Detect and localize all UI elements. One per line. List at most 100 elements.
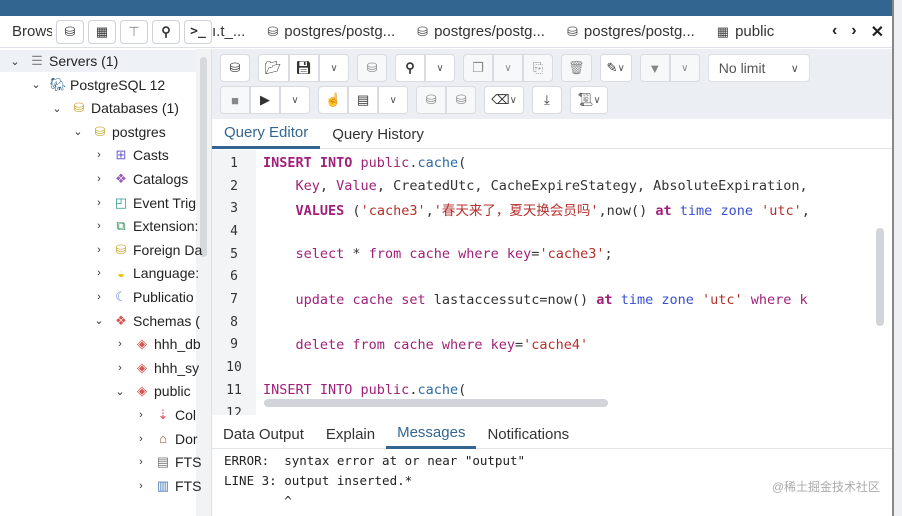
tree-node[interactable]: ⌄ 🐘︎ PostgreSQL 12 <box>29 74 165 96</box>
tree-node[interactable]: ⌄ ☰ Servers (1) <box>0 50 196 72</box>
chevron-right-icon[interactable]: › <box>92 220 106 232</box>
delete-button[interactable]: 🗑︎ <box>561 54 592 82</box>
sql-editor[interactable]: 1 INSERT INTO public.cache(2 Key, Value, … <box>212 150 892 415</box>
save-dropdown-button[interactable]: ∨ <box>319 54 350 82</box>
chevron-right-icon[interactable]: › <box>92 173 106 185</box>
tab-explain[interactable]: Explain <box>315 419 386 449</box>
tree-node[interactable]: › ▥ FTS <box>134 475 201 497</box>
tab-prev-button[interactable]: ‹ <box>832 22 837 42</box>
chevron-down-icon[interactable]: ⌄ <box>92 314 106 327</box>
tree-node[interactable]: › ◰ Event Trig <box>92 192 196 214</box>
tree-node[interactable]: › ⛁ Foreign Da <box>92 239 202 261</box>
macros-button[interactable]: 📜︎ ∨ <box>569 86 608 114</box>
find-button[interactable]: ⚲ <box>395 54 426 82</box>
query-tool-button[interactable]: ⛁ <box>56 19 84 44</box>
editor-horizontal-scrollbar[interactable] <box>264 399 608 407</box>
clear-button[interactable]: ⌫ ∨ <box>484 86 524 114</box>
tab-next-button[interactable]: › <box>851 22 856 42</box>
code-line: 7 update cache set lastaccessutc=now() a… <box>212 288 808 311</box>
tab-query-1[interactable]: ı.t_... <box>212 16 245 48</box>
editor-vertical-scrollbar[interactable] <box>876 228 884 326</box>
code-token: public <box>360 155 410 172</box>
line-number: 7 <box>230 292 238 308</box>
stop-button[interactable]: ■ <box>220 86 250 114</box>
database-icon: ⛁ <box>229 60 241 75</box>
tree-node[interactable]: ⌄ ⛁ postgres <box>71 121 165 143</box>
save-data-button[interactable]: ⛁ <box>357 54 388 82</box>
execute-dropdown-button[interactable]: ∨ <box>280 86 310 114</box>
chevron-right-icon[interactable]: › <box>134 480 148 492</box>
tree-node[interactable]: › ❖ Catalogs <box>92 168 188 190</box>
chevron-right-icon[interactable]: › <box>92 149 106 161</box>
chevron-right-icon[interactable]: › <box>134 456 148 468</box>
chevron-down-icon[interactable]: ⌄ <box>113 385 127 398</box>
tree-node[interactable]: › ▤ FTS <box>134 451 201 473</box>
line-number: 3 <box>230 201 238 217</box>
tree-node[interactable]: ⌄ ⛁ Databases (1) <box>50 97 179 119</box>
tab-query-editor[interactable]: Query Editor <box>212 119 321 149</box>
chevron-right-icon[interactable]: › <box>92 244 106 256</box>
chevron-right-icon[interactable]: › <box>113 362 127 374</box>
tab-notifications[interactable]: Notifications <box>476 419 580 449</box>
code-token: 'cache4' <box>523 336 589 353</box>
tab-close-button[interactable]: ✕ <box>871 22 884 42</box>
explain-dropdown-button[interactable]: ∨ <box>378 86 409 114</box>
tree-scrollbar[interactable] <box>200 57 207 257</box>
chevron-down-icon[interactable]: ⌄ <box>50 102 64 115</box>
copy-dropdown-button[interactable]: ∨ <box>493 54 524 82</box>
tree-node[interactable]: › ◈ hhh_sy <box>113 357 199 379</box>
chevron-right-icon[interactable]: › <box>134 409 148 421</box>
filter-button[interactable]: ▼ <box>639 54 670 82</box>
tree-node[interactable]: › ◈ hhh_db <box>113 333 201 355</box>
tree-node[interactable]: ⌄ ❖ Schemas ( <box>92 310 200 332</box>
execute-button[interactable]: ▶ <box>250 86 280 114</box>
filtered-rows-button[interactable]: ⊤ <box>120 19 148 44</box>
explain-analyze-button[interactable]: ▤ <box>348 86 379 114</box>
chevron-down-icon[interactable]: ⌄ <box>29 78 43 91</box>
edit-button[interactable]: ✎ ∨ <box>599 54 632 82</box>
chevron-down-icon[interactable]: ⌄ <box>71 125 85 138</box>
save-file-button[interactable]: 💾︎ <box>288 54 320 82</box>
tab-query-3[interactable]: ⛁ postgres/postg... <box>417 16 545 48</box>
chevron-right-icon[interactable]: › <box>92 197 106 209</box>
tree-node[interactable]: › ☾ Publicatio <box>92 286 194 308</box>
tree-node[interactable]: › ⇣ Col <box>134 404 196 426</box>
rollback-button[interactable]: ⛁ <box>446 86 477 114</box>
commit-button[interactable]: ⛁ <box>416 86 447 114</box>
tab-data-output[interactable]: Data Output <box>212 419 315 449</box>
view-data-button[interactable]: ▦ <box>88 19 116 44</box>
code-token: set <box>401 291 426 308</box>
chevron-down-icon: ∨ <box>617 62 625 74</box>
tab-messages[interactable]: Messages <box>386 419 477 449</box>
download-button[interactable]: ⤓ <box>531 86 562 114</box>
extension-icon: ⧉ <box>116 218 126 234</box>
explain-button[interactable]: ☝ <box>318 86 349 114</box>
code-line: 3 VALUES ('cache3','春天来了，夏天换会员吗',now() a… <box>212 197 810 220</box>
find-dropdown-button[interactable]: ∨ <box>425 54 456 82</box>
tab-query-4[interactable]: ⛁ postgres/postg... <box>567 16 695 48</box>
tree-node[interactable]: › ⊞ Casts <box>92 144 169 166</box>
chevron-right-icon[interactable]: › <box>92 291 106 303</box>
tree-node[interactable]: › ◒ Language: <box>92 262 199 284</box>
chevron-down-icon[interactable]: ⌄ <box>8 55 22 68</box>
tree-node[interactable]: › ⌂ Dor <box>134 428 197 450</box>
filter-dropdown-button[interactable]: ∨ <box>669 54 700 82</box>
chevron-right-icon[interactable]: › <box>92 267 106 279</box>
tab-public[interactable]: ▦ public <box>717 16 775 48</box>
paste-button[interactable]: ⎘ <box>523 54 554 82</box>
tree-node[interactable]: ⌄ ◈ public <box>113 380 190 402</box>
row-limit-select[interactable]: No limit ∨ <box>707 54 810 82</box>
open-query-tool-button[interactable]: ⛁ <box>220 54 250 82</box>
code-token: , CreatedUtc, CacheExpireStategy, Absolu… <box>376 178 808 195</box>
copy-button[interactable]: ❐ <box>463 54 494 82</box>
tab-query-history[interactable]: Query History <box>320 119 436 149</box>
tree-node[interactable]: › ⧉ Extension: <box>92 215 198 237</box>
tab-query-2[interactable]: ⛁ postgres/postg... <box>267 16 395 48</box>
open-file-button[interactable]: 📂︎ <box>258 54 289 82</box>
code-line: 10 <box>212 356 263 379</box>
chevron-right-icon[interactable]: › <box>134 433 148 445</box>
chevron-right-icon[interactable]: › <box>113 338 127 350</box>
psql-tool-button[interactable]: >_ <box>184 19 212 44</box>
watermark: @稀土掘金技术社区 <box>771 480 880 494</box>
search-objects-button[interactable]: ⚲ <box>152 19 180 44</box>
